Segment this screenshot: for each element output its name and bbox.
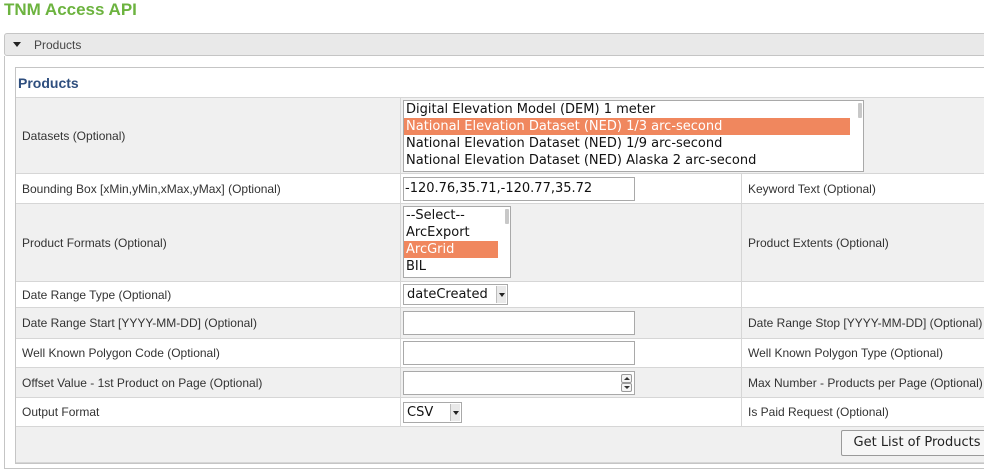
date-stop-label: Date Range Stop [YYYY-MM-DD] (Optional) <box>748 316 983 330</box>
max-number-label: Max Number - Products per Page (Optional… <box>748 375 983 390</box>
formats-row: Product Formats (Optional) --Select-- Ar… <box>16 204 984 282</box>
accordion-label: Products <box>34 38 82 52</box>
paid-label: Is Paid Request (Optional) <box>748 405 889 419</box>
output-row: Output Format CSV Is Paid Request (Optio… <box>16 398 984 427</box>
date-type-value: dateCreated <box>407 287 488 302</box>
offset-label: Offset Value - 1st Product on Page (Opti… <box>16 368 401 397</box>
form-heading-row: Products <box>16 68 984 98</box>
section-heading: Products <box>18 75 79 91</box>
formats-scrollbar[interactable] <box>505 209 509 224</box>
products-form: Products Datasets (Optional) Digital Ele… <box>15 67 984 464</box>
bbox-row: Bounding Box [xMin,yMin,xMax,yMax] (Opti… <box>16 174 984 204</box>
date-start-label: Date Range Start [YYYY-MM-DD] (Optional) <box>16 308 401 338</box>
format-option[interactable]: --Select-- <box>404 207 498 224</box>
extents-label: Product Extents (Optional) <box>748 235 889 250</box>
output-format-select[interactable]: CSV <box>403 401 462 423</box>
dataset-option[interactable]: National Elevation Dataset (NED) Alaska … <box>404 152 850 169</box>
spin-down-icon[interactable] <box>621 382 632 392</box>
output-format-value: CSV <box>407 404 434 420</box>
dataset-option[interactable]: National Elevation Dataset (NED) 1/9 arc… <box>404 135 850 152</box>
datasets-row: Datasets (Optional) Digital Elevation Mo… <box>16 98 984 174</box>
date-type-label: Date Range Type (Optional) <box>16 282 401 307</box>
formats-listbox[interactable]: --Select-- ArcExport ArcGrid BIL <box>403 206 511 278</box>
offset-spinner[interactable] <box>621 373 632 392</box>
datasets-listbox[interactable]: Digital Elevation Model (DEM) 1 meter Na… <box>403 100 864 172</box>
form-footer: Get List of Products <box>16 427 984 463</box>
date-type-select[interactable]: dateCreated <box>403 284 508 305</box>
bbox-label: Bounding Box [xMin,yMin,xMax,yMax] (Opti… <box>16 174 401 203</box>
format-option-selected[interactable]: ArcGrid <box>404 241 498 258</box>
bbox-input[interactable]: -120.76,35.71,-120.77,35.72 <box>403 176 635 201</box>
get-list-button[interactable]: Get List of Products <box>841 430 984 456</box>
polygon-row: Well Known Polygon Code (Optional) Well … <box>16 339 984 368</box>
dropdown-arrow-icon[interactable] <box>496 286 506 303</box>
polygon-code-label: Well Known Polygon Code (Optional) <box>16 339 401 367</box>
offset-row: Offset Value - 1st Product on Page (Opti… <box>16 368 984 398</box>
triangle-down-icon <box>13 42 21 47</box>
datasets-label: Datasets (Optional) <box>16 98 401 173</box>
dataset-option-selected[interactable]: National Elevation Dataset (NED) 1/3 arc… <box>404 118 850 135</box>
products-panel: Products Datasets (Optional) Digital Ele… <box>4 56 984 469</box>
formats-label: Product Formats (Optional) <box>16 204 401 281</box>
polygon-type-label: Well Known Polygon Type (Optional) <box>748 346 943 360</box>
spin-up-icon[interactable] <box>621 373 632 383</box>
dataset-option[interactable]: Digital Elevation Model (DEM) 1 meter <box>404 101 850 118</box>
dropdown-arrow-icon[interactable] <box>450 403 460 421</box>
offset-input[interactable] <box>403 370 635 395</box>
date-type-row: Date Range Type (Optional) dateCreated <box>16 282 984 308</box>
app-title: TNM Access API <box>4 0 137 19</box>
products-accordion-header[interactable]: Products <box>4 33 984 56</box>
output-label: Output Format <box>16 398 401 426</box>
keyword-label: Keyword Text (Optional) <box>748 181 876 196</box>
date-range-row: Date Range Start [YYYY-MM-DD] (Optional)… <box>16 308 984 339</box>
format-option[interactable]: BIL <box>404 258 498 275</box>
format-option[interactable]: ArcExport <box>404 224 498 241</box>
polygon-code-input[interactable] <box>403 341 635 365</box>
date-start-input[interactable] <box>403 311 635 335</box>
datasets-scrollbar[interactable] <box>858 103 862 118</box>
